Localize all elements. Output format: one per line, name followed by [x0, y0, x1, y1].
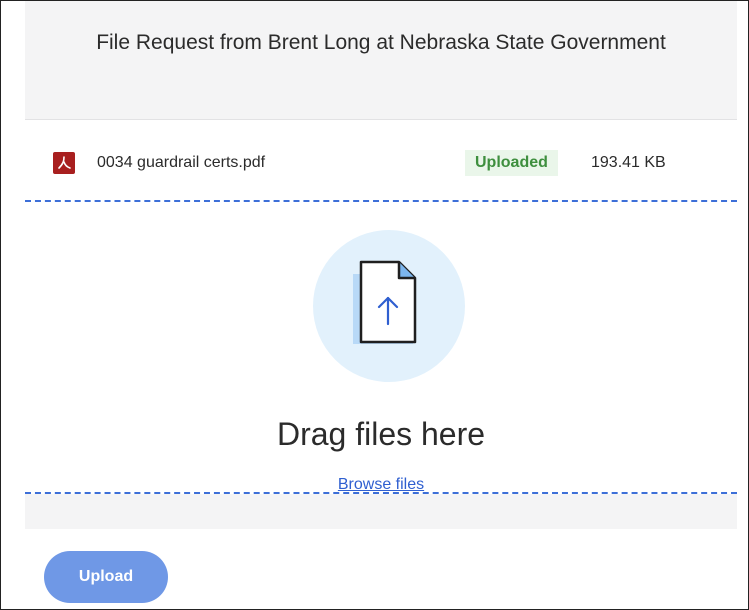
request-header: File Request from Brent Long at Nebraska…	[25, 1, 737, 120]
file-request-window: File Request from Brent Long at Nebraska…	[0, 0, 749, 610]
upload-document-icon	[353, 260, 417, 344]
file-name: 0034 guardrail certs.pdf	[97, 154, 266, 171]
pdf-icon	[53, 152, 75, 174]
upload-button[interactable]: Upload	[44, 551, 168, 603]
file-size: 193.41 KB	[591, 154, 666, 171]
status-badge: Uploaded	[465, 150, 558, 176]
drag-files-text: Drag files here	[276, 416, 486, 452]
file-list-item: 0034 guardrail certs.pdf Uploaded 193.41…	[25, 120, 737, 200]
browse-files-link-container: Browse files	[25, 476, 737, 494]
page-title: File Request from Brent Long at Nebraska…	[96, 31, 666, 54]
file-request-panel: File Request from Brent Long at Nebraska…	[25, 1, 737, 529]
drop-zone[interactable]: Drag files here Browse files	[25, 200, 737, 494]
upload-illustration	[313, 230, 465, 382]
browse-files-link[interactable]: Browse files	[338, 476, 424, 493]
